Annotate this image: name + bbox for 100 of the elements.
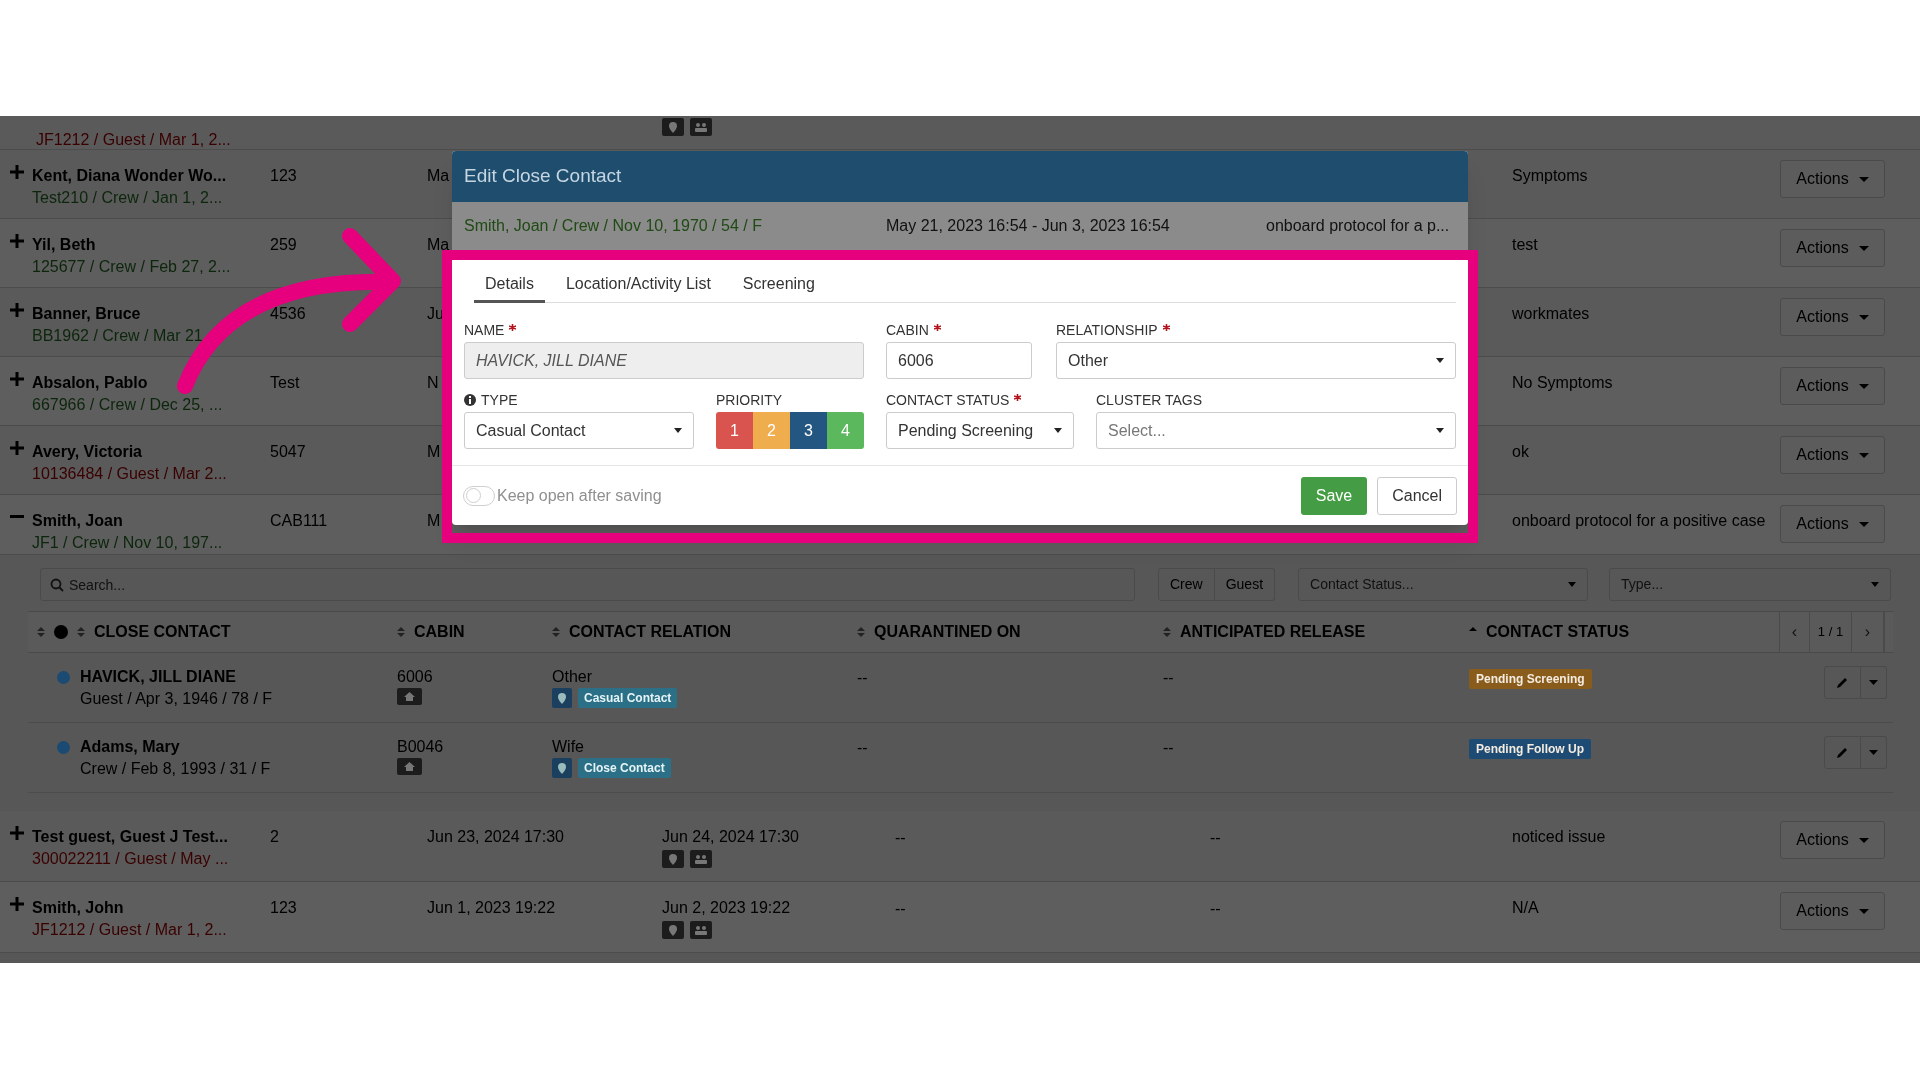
row-subtitle: JF1 / Crew / Nov 10, 197... [32, 533, 223, 553]
expand-icon[interactable] [10, 165, 24, 179]
modal-title: Edit Close Contact [464, 164, 622, 189]
type-select[interactable]: Casual Contact [464, 412, 694, 449]
cabin-number: B0046 [397, 737, 445, 757]
filter-button[interactable]: Guest [1214, 568, 1276, 601]
start-date: Ma [427, 236, 450, 253]
priority-button[interactable]: 1 [716, 412, 753, 449]
location-pin-icon[interactable] [552, 688, 572, 708]
filter-dropdown[interactable]: Contact Status... [1298, 568, 1589, 601]
column-header[interactable]: ANTICIPATED RELEASE [1180, 620, 1366, 644]
cabin-number: CAB111 [270, 512, 328, 529]
cabin-number: 6006 [397, 667, 434, 687]
group-icon[interactable] [690, 921, 712, 939]
actions-button[interactable]: Actions [1780, 892, 1885, 930]
contact-name: Kent, Diana Wonder Wo... [32, 166, 227, 186]
caret-icon [1568, 582, 1577, 587]
field-label: CLUSTER TAGS [1096, 390, 1203, 410]
cancel-button[interactable]: Cancel [1377, 476, 1457, 515]
expand-icon[interactable] [10, 303, 24, 317]
next-page-button[interactable]: › [1852, 611, 1884, 653]
sort-icon[interactable] [77, 626, 85, 638]
priority-button[interactable]: 2 [753, 412, 790, 449]
contact-name: Absalon, Pablo [32, 373, 149, 393]
field-label: CONTACT STATUS [886, 390, 1010, 410]
sort-icon[interactable] [1163, 626, 1171, 638]
home-icon[interactable] [397, 688, 422, 705]
row-subtitle: 667966 / Crew / Dec 25, ... [32, 395, 223, 415]
column-header[interactable]: CLOSE CONTACT [94, 620, 231, 644]
actions-button[interactable]: Actions [1780, 367, 1885, 405]
caret-icon [1858, 383, 1869, 389]
caret-icon [1858, 245, 1869, 251]
tab[interactable]: Screening [731, 268, 826, 303]
group-icon[interactable] [690, 118, 712, 136]
home-icon[interactable] [397, 758, 422, 775]
quarantined-date: -- [857, 669, 868, 686]
row-subtitle: 300022211 / Guest / May ... [32, 849, 229, 869]
column-header[interactable]: CONTACT STATUS [1486, 620, 1630, 644]
column-header[interactable]: CONTACT RELATION [569, 620, 732, 644]
edit-button[interactable] [1824, 736, 1861, 769]
location-pin-icon[interactable] [662, 850, 684, 868]
contact-status-select[interactable]: Pending Screening [886, 412, 1074, 449]
page-indicator: 1 / 1 [1810, 611, 1852, 653]
end-date: Jun 2, 2023 19:22 [662, 898, 792, 918]
location-pin-icon[interactable] [552, 758, 572, 778]
contact-name: Adams, Mary [80, 737, 181, 757]
previous-page-button[interactable]: ‹ [1780, 611, 1810, 653]
release-date: -- [1210, 900, 1221, 917]
filter-button[interactable]: Crew [1158, 568, 1215, 601]
contact-details: Guest / Apr 3, 1946 / 78 / F [80, 689, 273, 709]
toggle-switch[interactable] [463, 485, 495, 506]
status-badge: Pending Screening [1469, 669, 1592, 689]
actions-button[interactable]: Actions [1780, 821, 1885, 859]
sort-icon[interactable] [857, 626, 865, 638]
actions-button[interactable]: Actions [1780, 505, 1885, 543]
sort-icon[interactable] [552, 626, 560, 638]
save-button[interactable]: Save [1300, 476, 1368, 515]
cabin-number: Test [270, 374, 300, 391]
info-text: Smith, Joan / Crew / Nov 10, 1970 / 54 / F [464, 216, 763, 236]
cabin-number: 259 [270, 236, 297, 253]
expand-icon[interactable] [10, 826, 24, 840]
actions-button[interactable]: Actions [1780, 160, 1885, 198]
cluster-tags-select[interactable]: Select... [1096, 412, 1456, 449]
quarantined-date: -- [895, 829, 906, 846]
contact-name: Smith, John [32, 898, 125, 918]
actions-button[interactable]: Actions [1780, 298, 1885, 336]
row-subtitle: 125677 / Crew / Feb 27, 2... [32, 257, 231, 277]
expand-icon[interactable] [10, 897, 24, 911]
column-header[interactable]: CABIN [414, 620, 465, 644]
field-label: CABIN [886, 320, 929, 340]
location-pin-icon[interactable] [662, 921, 684, 939]
cabin-field[interactable]: 6006 [886, 342, 1032, 379]
edit-button[interactable] [1824, 666, 1861, 699]
actions-button[interactable]: Actions [1780, 229, 1885, 267]
sort-icon[interactable] [397, 626, 405, 638]
info-text: onboard protocol for a p... [1266, 216, 1450, 236]
search-field[interactable]: Search... [40, 568, 1135, 601]
pencil-icon [1837, 677, 1848, 688]
tab[interactable]: Location/Activity List [554, 268, 722, 303]
sort-icon[interactable] [37, 626, 45, 638]
relationship-select[interactable]: Other [1056, 342, 1456, 379]
expand-icon[interactable] [10, 372, 24, 386]
priority-button[interactable]: 3 [790, 412, 827, 449]
actions-button[interactable]: Actions [1780, 436, 1885, 474]
release-date: -- [1163, 739, 1174, 756]
start-date: Ma [427, 167, 450, 184]
expand-icon[interactable] [10, 234, 24, 248]
info-icon[interactable] [464, 394, 476, 406]
group-icon[interactable] [690, 850, 712, 868]
dropdown-button[interactable] [1861, 666, 1887, 699]
end-date: Jun 24, 2024 17:30 [662, 827, 800, 847]
expand-icon[interactable] [10, 441, 24, 455]
contact-name: HAVICK, JILL DIANE [80, 667, 237, 687]
tab[interactable]: Details [474, 268, 545, 303]
location-pin-icon[interactable] [662, 118, 684, 136]
column-header[interactable]: QUARANTINED ON [874, 620, 1021, 644]
dropdown-button[interactable] [1861, 736, 1887, 769]
contact-type-tag: Close Contact [578, 758, 671, 778]
filter-dropdown[interactable]: Type... [1609, 568, 1892, 601]
priority-button[interactable]: 4 [827, 412, 864, 449]
